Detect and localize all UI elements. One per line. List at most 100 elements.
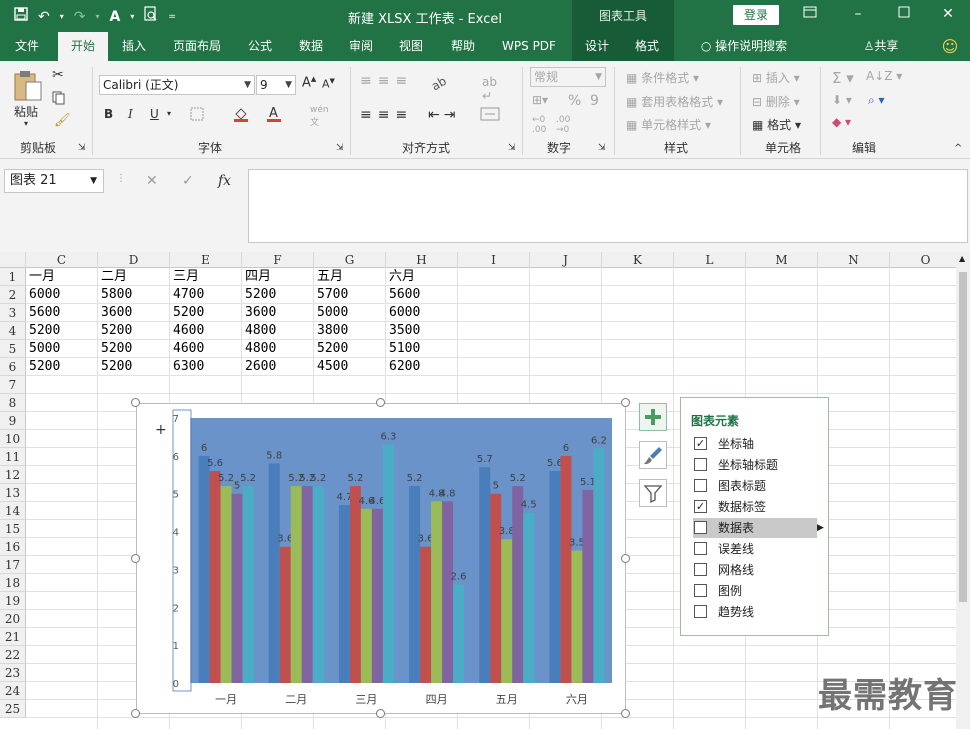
- table-cell[interactable]: 6200: [387, 358, 457, 376]
- select-all-corner[interactable]: [0, 252, 26, 268]
- chart-element-item[interactable]: ✓ 坐标轴: [693, 434, 817, 454]
- data-label[interactable]: 4.8: [440, 488, 456, 499]
- table-cell[interactable]: 3600: [243, 304, 313, 322]
- table-cell[interactable]: 5200: [243, 286, 313, 304]
- horizontal-align-icons[interactable]: ≡≡≡: [360, 107, 413, 123]
- chart-styles-button[interactable]: [639, 441, 667, 469]
- row-header[interactable]: 1: [0, 268, 26, 286]
- row-header[interactable]: 15: [0, 520, 26, 538]
- tab-home[interactable]: 开始: [58, 32, 108, 61]
- enter-icon[interactable]: ✓: [182, 173, 194, 189]
- print-preview-icon[interactable]: [144, 6, 158, 28]
- column-header[interactable]: J: [530, 252, 602, 268]
- column-header[interactable]: H: [386, 252, 458, 268]
- bar[interactable]: [501, 539, 513, 683]
- row-header[interactable]: 20: [0, 610, 26, 628]
- table-cell[interactable]: 四月: [243, 268, 313, 286]
- bar[interactable]: [198, 455, 210, 683]
- clear-icon[interactable]: ◆ ▾: [832, 115, 851, 129]
- tab-insert[interactable]: 插入: [112, 32, 156, 61]
- table-cell[interactable]: 五月: [315, 268, 385, 286]
- row-header[interactable]: 8: [0, 394, 26, 412]
- table-cell[interactable]: 5200: [27, 358, 97, 376]
- undo-dropdown-icon[interactable]: ▾: [60, 7, 64, 27]
- column-header[interactable]: G: [314, 252, 386, 268]
- customize-qat-icon[interactable]: =: [168, 7, 176, 27]
- row-header[interactable]: 16: [0, 538, 26, 556]
- bar[interactable]: [512, 486, 524, 683]
- chart-element-item[interactable]: 图表标题: [693, 476, 817, 496]
- chart-element-item[interactable]: 误差线: [693, 539, 817, 559]
- tab-review[interactable]: 审阅: [340, 32, 382, 61]
- checkbox[interactable]: [694, 542, 707, 555]
- data-label[interactable]: 5.7: [477, 454, 493, 465]
- column-header[interactable]: C: [26, 252, 98, 268]
- table-cell[interactable]: 三月: [171, 268, 241, 286]
- data-label[interactable]: 6.3: [380, 432, 396, 443]
- share-button[interactable]: ♙共享: [856, 32, 906, 61]
- row-header[interactable]: 21: [0, 628, 26, 646]
- y-tick-label[interactable]: 1: [173, 641, 179, 652]
- checkbox[interactable]: [694, 458, 707, 471]
- y-tick-label[interactable]: 5: [173, 490, 179, 501]
- close-icon[interactable]: ✕: [938, 6, 958, 22]
- data-label[interactable]: 6: [201, 443, 207, 454]
- bar[interactable]: [442, 501, 454, 683]
- column-chart[interactable]: 0123456765.65.255.2一月5.83.65.25.25.2二月4.…: [137, 404, 627, 715]
- row-header[interactable]: 24: [0, 682, 26, 700]
- ribbon-display-icon[interactable]: [800, 6, 820, 22]
- y-tick-label[interactable]: 6: [173, 452, 179, 463]
- chart-element-item[interactable]: 网格线: [693, 560, 817, 580]
- row-header[interactable]: 4: [0, 322, 26, 340]
- table-cell[interactable]: 5200: [99, 340, 169, 358]
- autosum-icon[interactable]: Σ ▾: [832, 69, 854, 87]
- fill-icon[interactable]: ⬇ ▾: [832, 93, 852, 107]
- format-painter-icon[interactable]: 🖌: [54, 113, 71, 128]
- bar[interactable]: [409, 486, 421, 683]
- y-tick-label[interactable]: 2: [173, 603, 179, 614]
- column-header[interactable]: O: [890, 252, 956, 268]
- maximize-icon[interactable]: [894, 6, 914, 22]
- table-cell[interactable]: 3600: [99, 304, 169, 322]
- data-label[interactable]: 2.6: [451, 572, 467, 583]
- fill-color-icon[interactable]: [232, 105, 250, 126]
- y-tick-label[interactable]: 3: [173, 565, 179, 576]
- bar[interactable]: [231, 493, 243, 683]
- wrap-text-icon[interactable]: ab ↵: [482, 75, 497, 103]
- row-header[interactable]: 13: [0, 484, 26, 502]
- currency-icon[interactable]: ⊞▾: [532, 93, 548, 107]
- bar[interactable]: [220, 486, 232, 683]
- row-header[interactable]: 17: [0, 556, 26, 574]
- orientation-icon[interactable]: ab: [429, 73, 452, 94]
- table-cell[interactable]: 5000: [27, 340, 97, 358]
- x-tick-label[interactable]: 五月: [496, 693, 518, 706]
- paste-button[interactable]: 粘贴: [14, 103, 38, 120]
- bar[interactable]: [593, 448, 605, 683]
- resize-handle[interactable]: [376, 398, 385, 407]
- bar[interactable]: [523, 512, 535, 683]
- bar[interactable]: [360, 508, 372, 683]
- bar[interactable]: [371, 508, 383, 683]
- chart-element-item[interactable]: 坐标轴标题: [693, 455, 817, 475]
- italic-button[interactable]: I: [128, 107, 133, 121]
- table-cell[interactable]: 六月: [387, 268, 457, 286]
- paste-dropdown-icon[interactable]: ▾: [24, 119, 28, 128]
- cell-styles-button[interactable]: ▦ 单元格样式 ▾: [626, 116, 711, 133]
- row-header[interactable]: 6: [0, 358, 26, 376]
- table-cell[interactable]: 5200: [171, 304, 241, 322]
- bar[interactable]: [290, 486, 302, 683]
- vertical-scrollbar[interactable]: ▲: [956, 252, 970, 729]
- insert-function-icon[interactable]: fx: [218, 173, 231, 189]
- data-label[interactable]: 5.6: [207, 458, 223, 469]
- table-cell[interactable]: 4600: [171, 340, 241, 358]
- tab-view[interactable]: 视图: [390, 32, 432, 61]
- row-header[interactable]: 5: [0, 340, 26, 358]
- name-box[interactable]: 图表 21 ▼: [4, 169, 104, 193]
- cut-icon[interactable]: ✂: [52, 67, 64, 83]
- column-header[interactable]: I: [458, 252, 530, 268]
- find-select-icon[interactable]: ⌕ ▾: [868, 93, 885, 108]
- table-cell[interactable]: 5200: [99, 322, 169, 340]
- tab-wps-pdf[interactable]: WPS PDF: [494, 32, 564, 61]
- data-label[interactable]: 5.2: [310, 473, 326, 484]
- row-header[interactable]: 3: [0, 304, 26, 322]
